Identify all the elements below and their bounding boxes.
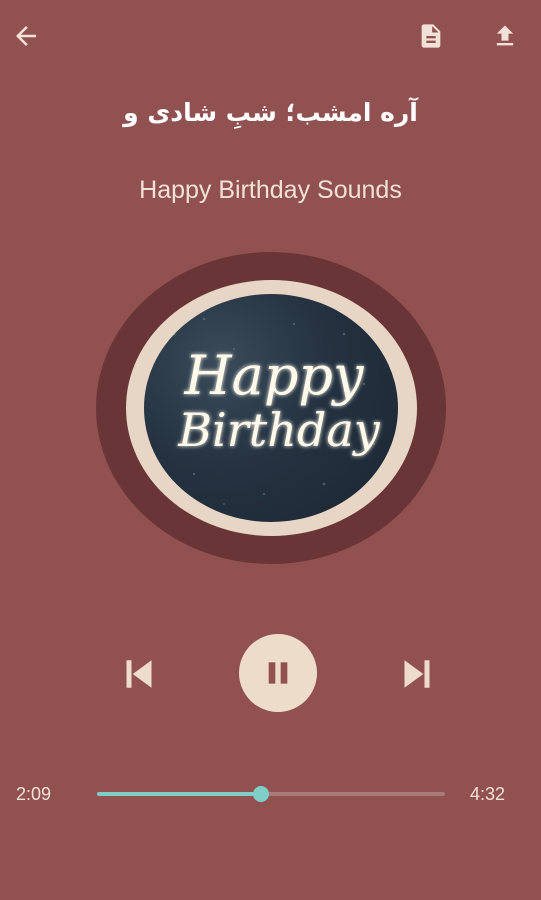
album-art: Happy Birthday [144,294,398,522]
seek-bar[interactable] [97,786,445,802]
top-bar [0,0,541,70]
total-time: 4:32 [470,784,506,804]
pause-button[interactable] [239,634,317,712]
arrow-left-icon [16,26,36,46]
artist-name: Happy Birthday Sounds [139,176,402,204]
art-text-birthday: Birthday [177,403,380,457]
art-text-happy: Happy [184,344,365,407]
skip-next-icon [404,660,430,688]
playback-controls [0,630,541,720]
skip-previous-icon [126,660,152,688]
share-button[interactable] [484,16,526,56]
elapsed-time: 2:09 [16,784,52,804]
back-button[interactable] [6,16,46,56]
album-art-image: Happy Birthday [172,317,381,505]
upload-icon [496,25,514,46]
document-icon [421,24,441,48]
lyrics-button[interactable] [410,16,452,56]
next-button[interactable] [396,646,438,702]
pause-icon [268,662,288,684]
song-title: آره امشب؛ شبِ شادی و [123,98,418,127]
previous-button[interactable] [118,646,160,702]
seek-bar-thumb[interactable] [252,786,269,802]
seek-bar-fill [97,792,261,796]
